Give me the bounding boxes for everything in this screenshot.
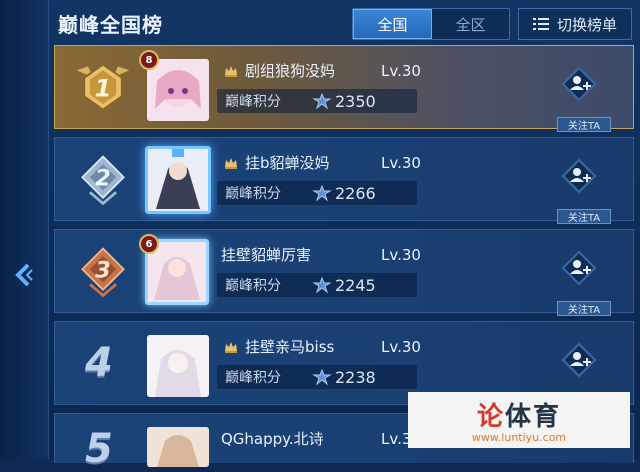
watermark-title-a: 论 bbox=[476, 402, 505, 432]
avatar[interactable] bbox=[147, 427, 209, 467]
rank-label: 2 bbox=[95, 166, 111, 192]
rank-2-emblem: 2 bbox=[73, 150, 133, 210]
left-rail bbox=[0, 0, 49, 459]
rank-1-emblem: 1 bbox=[73, 58, 133, 118]
score-value: 2245 bbox=[335, 275, 376, 295]
rank-number: 5 bbox=[85, 426, 113, 472]
score-label: 巅峰积分 bbox=[225, 370, 281, 386]
peak-star-icon bbox=[312, 93, 332, 109]
watermark-url: www.luntiyu.com bbox=[471, 431, 567, 444]
player-name: 挂壁貂蝉厉害 bbox=[221, 246, 312, 264]
follow-icon[interactable] bbox=[561, 158, 597, 194]
follow-button[interactable]: 关注TA bbox=[557, 209, 611, 224]
follow-icon[interactable] bbox=[561, 342, 597, 378]
site-watermark: 论体育 www.luntiyu.com bbox=[408, 392, 630, 448]
avatar[interactable] bbox=[145, 146, 211, 214]
follow-button[interactable]: 关注TA bbox=[557, 301, 611, 316]
list-item[interactable]: 3 6 挂壁貂蝉厉害 Lv.30 巅峰积分 2245 关注TA bbox=[54, 229, 634, 316]
avatar[interactable] bbox=[147, 335, 209, 397]
tab-region[interactable]: 全区 bbox=[432, 9, 509, 39]
player-level: Lv.30 bbox=[381, 154, 421, 172]
avatar[interactable] bbox=[147, 59, 209, 121]
score-value: 2350 bbox=[335, 91, 376, 111]
peak-star-icon bbox=[312, 369, 332, 385]
crown-icon bbox=[225, 341, 237, 353]
switch-list-button[interactable]: 切换榜单 bbox=[518, 8, 632, 40]
player-name: 剧组狼狗没妈 bbox=[245, 62, 336, 80]
tab-national[interactable]: 全国 bbox=[353, 9, 432, 39]
peak-star-icon bbox=[312, 277, 332, 293]
player-level: Lv.30 bbox=[381, 338, 421, 356]
follow-button[interactable]: 关注TA bbox=[557, 117, 611, 132]
list-item[interactable]: 1 8 剧组狼狗没妈 Lv.30 巅峰积分 2350 关注TA bbox=[54, 45, 634, 132]
player-level: Lv.30 bbox=[381, 62, 421, 80]
page-title: 巅峰全国榜 bbox=[58, 13, 163, 37]
player-name: 挂壁亲马biss bbox=[245, 338, 335, 356]
switch-list-label: 切换榜单 bbox=[556, 15, 617, 34]
score-value: 2266 bbox=[335, 183, 376, 203]
level-badge: 6 bbox=[139, 234, 159, 254]
watermark-title-b: 体育 bbox=[505, 402, 562, 432]
follow-icon[interactable] bbox=[561, 250, 597, 286]
score-label: 巅峰积分 bbox=[225, 278, 281, 294]
peak-star-icon bbox=[312, 185, 332, 201]
back-button[interactable] bbox=[8, 258, 38, 292]
score-label: 巅峰积分 bbox=[225, 94, 281, 110]
leaderboard-screen: 巅峰全国榜 全国 全区 切换榜单 1 8 剧组狼狗没妈 Lv.30 巅峰积分 2… bbox=[0, 0, 640, 472]
rank-number: 4 bbox=[85, 340, 113, 386]
score-label: 巅峰积分 bbox=[225, 186, 281, 202]
crown-icon bbox=[225, 157, 237, 169]
player-level: Lv.3 bbox=[381, 430, 412, 448]
scope-tabs: 全国 全区 bbox=[352, 8, 510, 40]
follow-icon[interactable] bbox=[561, 66, 597, 102]
crown-icon bbox=[225, 65, 237, 77]
score-value: 2238 bbox=[335, 367, 376, 387]
player-name: QGhappy.北诗 bbox=[221, 430, 324, 448]
rank-3-emblem: 3 bbox=[73, 242, 133, 302]
player-name: 挂b貂蝉没妈 bbox=[245, 154, 330, 172]
chevron-left-icon bbox=[15, 263, 33, 287]
rank-label: 1 bbox=[95, 73, 112, 102]
rank-label: 3 bbox=[95, 258, 111, 284]
list-icon bbox=[532, 18, 549, 30]
list-item[interactable]: 2 挂b貂蝉没妈 Lv.30 巅峰积分 2266 关注TA bbox=[54, 137, 634, 224]
level-badge: 8 bbox=[139, 50, 159, 70]
player-level: Lv.30 bbox=[381, 246, 421, 264]
